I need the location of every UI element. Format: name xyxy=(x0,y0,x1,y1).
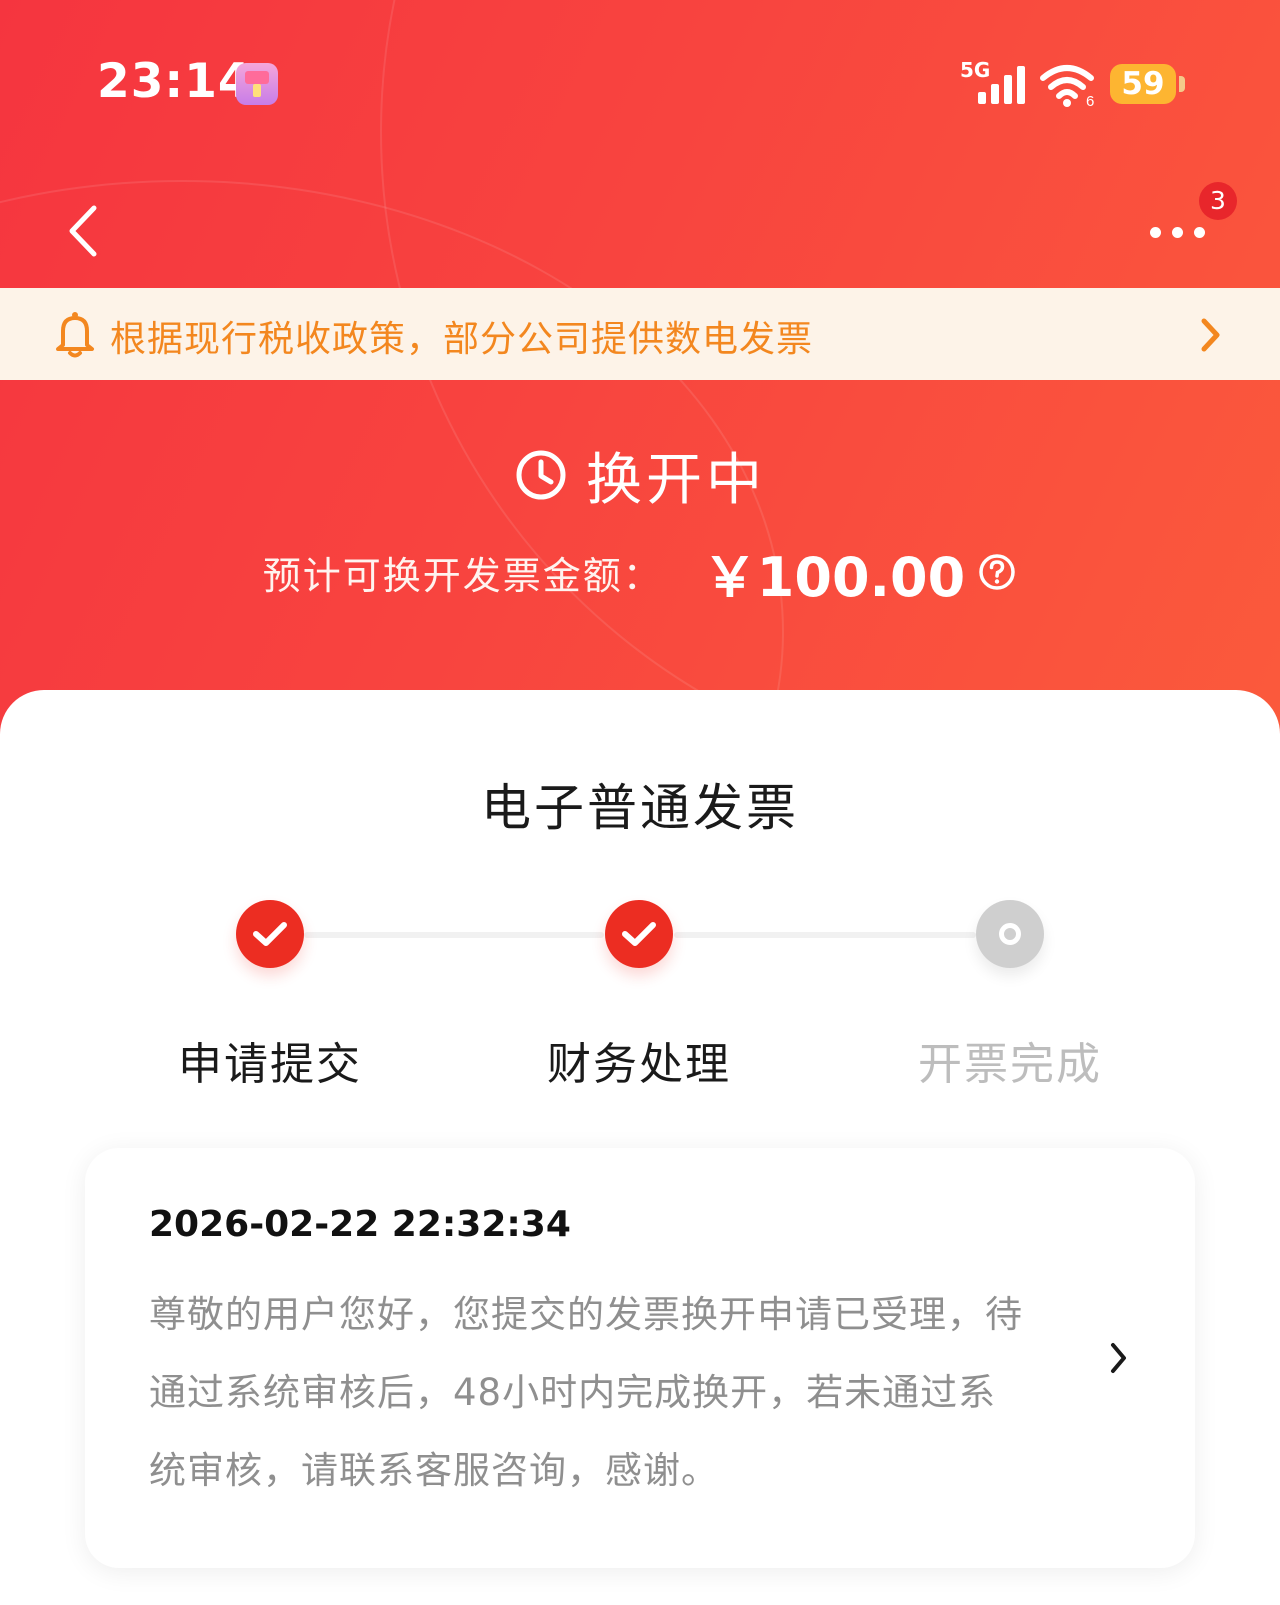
message-count-badge: 3 xyxy=(1199,182,1237,220)
battery-indicator: 59 xyxy=(1110,64,1185,104)
notice-text: 根据现行税收政策，部分公司提供数电发票 xyxy=(110,319,814,360)
step-connector xyxy=(304,932,604,938)
chevron-left-icon xyxy=(69,205,97,257)
step-3-pending-indicator xyxy=(976,900,1044,968)
step-label-processing: 财务处理 xyxy=(547,1039,731,1090)
chevron-right-icon xyxy=(1111,1343,1126,1373)
checkmark-icon xyxy=(253,922,287,946)
bell-icon xyxy=(56,312,94,358)
message-body: 尊敬的用户您好，您提交的发票换开申请已受理，待通过系统审核后，48小时内完成换开… xyxy=(149,1293,1023,1492)
invoice-type-title: 电子普通发票 xyxy=(481,779,799,837)
amount-label: 预计可换开发票金额： xyxy=(262,553,663,598)
back-button[interactable] xyxy=(60,200,110,262)
step-label-complete: 开票完成 xyxy=(918,1039,1102,1090)
step-connector xyxy=(674,932,976,938)
wifi-icon: 6 xyxy=(1040,65,1094,108)
status-message-card[interactable]: 2026-02-22 22:32:34 尊敬的用户您好，您提交的发票换开申请已受… xyxy=(85,1148,1195,1568)
app-notification-icon xyxy=(236,63,278,105)
checkmark-icon xyxy=(622,922,656,946)
message-timestamp: 2026-02-22 22:32:34 xyxy=(149,1204,571,1245)
estimated-amount: 预计可换开发票金额： ￥100.00 xyxy=(0,542,1280,609)
clock: 23:14 xyxy=(97,54,252,109)
more-menu-button[interactable] xyxy=(1144,212,1210,252)
tax-policy-notice[interactable]: 根据现行税收政策，部分公司提供数电发票 xyxy=(0,288,1280,380)
help-icon[interactable] xyxy=(977,552,1017,592)
step-label-submit: 申请提交 xyxy=(178,1039,362,1090)
step-1-done-indicator xyxy=(236,900,304,968)
system-status-bar: 23:14 5G 6 59 xyxy=(0,0,1280,170)
amount-value: ￥100.00 xyxy=(702,545,966,609)
clock-icon xyxy=(516,450,566,500)
status-title: 换开中 xyxy=(586,447,766,513)
svg-text:6: 6 xyxy=(1086,93,1094,108)
invoice-status: 换开中 xyxy=(0,440,1280,513)
signal-icon xyxy=(978,64,1030,104)
progress-steps: 申请提交 财务处理 开票完成 xyxy=(0,890,1280,1090)
step-2-done-indicator xyxy=(605,900,673,968)
chevron-right-icon xyxy=(1201,318,1220,352)
